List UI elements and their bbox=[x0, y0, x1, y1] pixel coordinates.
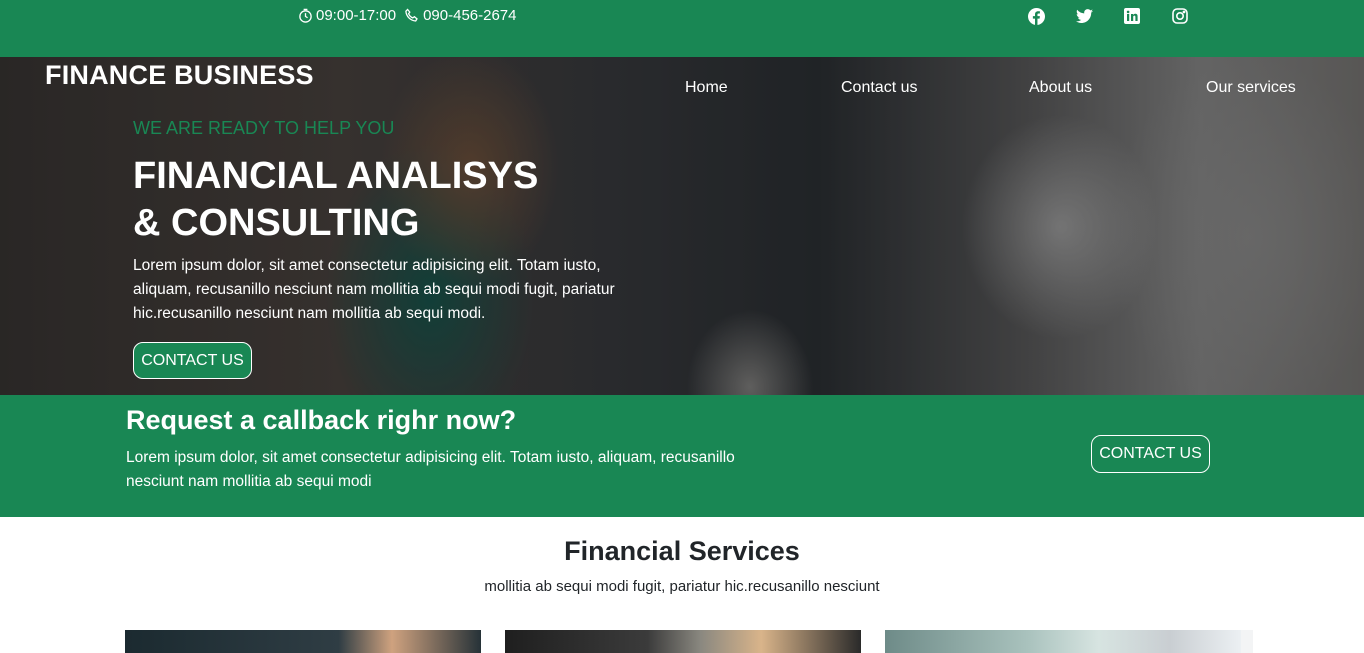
hero-tagline: WE ARE READY TO HELP YOU bbox=[133, 118, 395, 138]
nav-contact[interactable]: Contact us bbox=[841, 79, 917, 97]
services-title: Financial Services bbox=[564, 536, 800, 566]
linkedin-icon[interactable] bbox=[1108, 7, 1156, 25]
service-card-image[interactable] bbox=[885, 630, 1241, 653]
hero-section: FINANCE BUSINESS Home Contact us About u… bbox=[0, 57, 1364, 395]
nav-about[interactable]: About us bbox=[1029, 79, 1092, 97]
callback-contact-button[interactable]: CONTACT US bbox=[1091, 435, 1210, 473]
hours-text: 09:00-17:00 bbox=[316, 7, 397, 24]
twitter-icon[interactable] bbox=[1060, 7, 1108, 25]
brand-logo[interactable]: FINANCE BUSINESS bbox=[45, 60, 314, 91]
callback-section: Request a callback righr now? Lorem ipsu… bbox=[0, 395, 1364, 517]
hero-title-line-1: FINANCIAL ANALISYS bbox=[133, 155, 539, 197]
top-bar: 09:00-17:00 090-456-2674 bbox=[0, 0, 1364, 57]
hero-title-line-2: & CONSULTING bbox=[133, 202, 420, 244]
callback-text: Lorem ipsum dolor, sit amet consectetur … bbox=[126, 449, 735, 490]
card-shadow bbox=[1241, 630, 1253, 653]
nav-home[interactable]: Home bbox=[685, 79, 728, 97]
phone-text: 090-456-2674 bbox=[423, 7, 517, 24]
services-section: Financial Services mollitia ab sequi mod… bbox=[0, 517, 1364, 653]
clock-icon bbox=[298, 8, 313, 23]
nav-services[interactable]: Our services bbox=[1206, 79, 1296, 97]
callback-title: Request a callback righr now? bbox=[126, 405, 517, 435]
instagram-icon[interactable] bbox=[1156, 7, 1204, 25]
social-links bbox=[1012, 7, 1204, 25]
service-card-image[interactable] bbox=[125, 630, 481, 653]
hero-contact-button[interactable]: CONTACT US bbox=[133, 342, 252, 379]
hero-text: Lorem ipsum dolor, sit amet consectetur … bbox=[133, 257, 615, 322]
facebook-icon[interactable] bbox=[1012, 7, 1060, 25]
phone-item[interactable]: 090-456-2674 bbox=[404, 7, 517, 24]
hours-item: 09:00-17:00 bbox=[298, 7, 396, 24]
service-card-image[interactable] bbox=[505, 630, 861, 653]
services-subtitle: mollitia ab sequi modi fugit, pariatur h… bbox=[484, 578, 880, 595]
hero-title: FINANCIAL ANALISYS & CONSULTING bbox=[133, 153, 593, 247]
contact-info: 09:00-17:00 090-456-2674 bbox=[298, 7, 517, 24]
phone-icon bbox=[404, 8, 420, 24]
